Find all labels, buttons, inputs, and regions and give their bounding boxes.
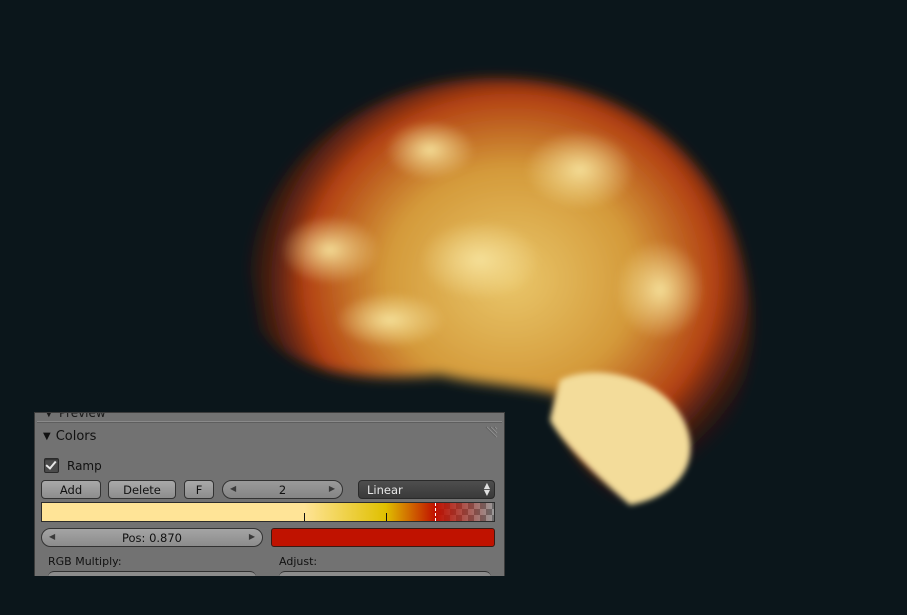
flip-ramp-button[interactable]: F (184, 480, 214, 499)
stop-position-value: Pos: 0.870 (121, 530, 182, 545)
delete-stop-button[interactable]: Delete (108, 480, 176, 499)
color-ramp-widget[interactable] (41, 502, 495, 522)
rgb-multiply-label: RGB Multiply: (48, 555, 122, 568)
ramp-stop-marker[interactable] (304, 503, 306, 521)
rgb-multiply-field[interactable] (48, 571, 256, 576)
ramp-stop-marker[interactable] (435, 503, 437, 521)
increment-arrow-icon[interactable]: ▶ (249, 532, 255, 541)
ramp-gradient (42, 503, 494, 521)
ramp-toggle[interactable]: Ramp (44, 458, 102, 473)
stop-color-swatch[interactable] (271, 528, 495, 547)
add-stop-button[interactable]: Add (41, 480, 101, 499)
decrement-arrow-icon[interactable]: ◀ (230, 484, 236, 493)
active-stop-index-field[interactable]: ◀ 2 ▶ (222, 480, 343, 499)
texture-properties-panel: ▼ Preview ▼ Colors Ramp Add Delete F ◀ 2… (34, 412, 505, 576)
stop-position-field[interactable]: ◀ Pos: 0.870 ▶ (41, 528, 263, 547)
colors-title: Colors (55, 428, 97, 444)
active-stop-index-value: 2 (278, 482, 287, 497)
decrement-arrow-icon[interactable]: ◀ (49, 532, 55, 541)
colors-panel-header[interactable]: ▼ Colors (43, 427, 96, 445)
preview-title: Preview (59, 412, 106, 420)
preview-panel-header[interactable]: ▼ Preview (35, 412, 504, 420)
ramp-stop-marker[interactable] (385, 503, 387, 521)
interpolation-value: Linear (367, 482, 403, 497)
panel-divider (37, 421, 502, 423)
interpolation-select[interactable]: Linear ▲ ▼ (358, 480, 495, 499)
triangle-down-icon: ▼ (45, 412, 53, 419)
adjust-label: Adjust: (279, 555, 318, 568)
ramp-checkbox[interactable] (44, 458, 59, 473)
triangle-down-icon: ▼ (43, 430, 51, 442)
updown-arrows-icon: ▲ ▼ (483, 481, 490, 497)
increment-arrow-icon[interactable]: ▶ (329, 484, 335, 493)
panel-grip-icon[interactable] (482, 425, 498, 441)
adjust-field[interactable] (279, 571, 491, 576)
ramp-label: Ramp (67, 458, 102, 473)
